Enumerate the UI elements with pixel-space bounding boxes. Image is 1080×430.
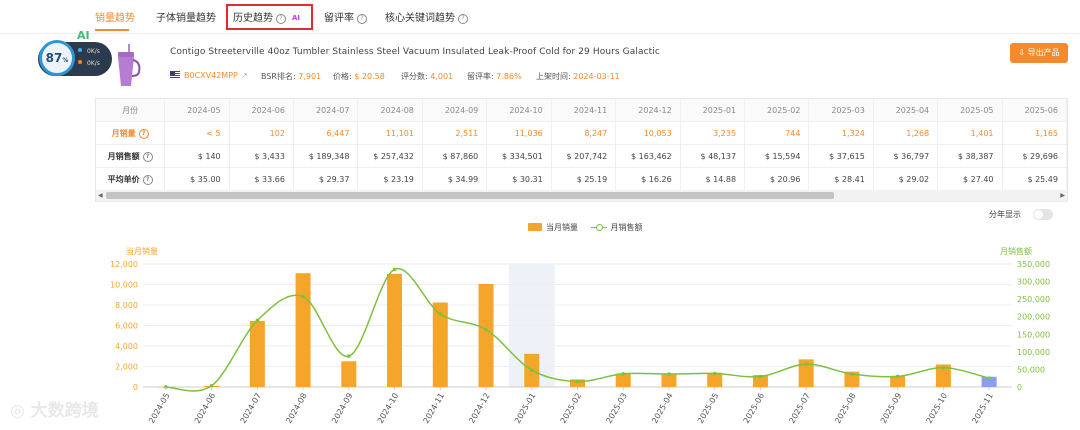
x-tick-label: 2025-10: [925, 392, 950, 425]
y-tick-right: 250,000: [1017, 295, 1050, 304]
line-point: [484, 327, 488, 332]
watermark-logo: ◎ 大数跨境: [10, 396, 99, 421]
sales-chart: 0 2,000 4,000 6,000 8,000 10,000 12,000 0 50,000…: [110, 260, 1050, 425]
line-point: [392, 267, 397, 272]
bar: [478, 283, 494, 387]
x-tick-label: 2025-06: [742, 392, 767, 425]
x-tick-label: 2024-11: [422, 392, 447, 425]
line-point: [804, 362, 808, 366]
x-tick-label: 2024-08: [284, 392, 309, 425]
line-point: [621, 371, 626, 376]
x-tick-label: 2025-11: [970, 392, 995, 425]
x-tick-label: 2025-09: [879, 392, 904, 425]
bar: [295, 273, 311, 387]
line-point: [529, 368, 534, 372]
bar: [249, 320, 265, 387]
watermark-text: 大数跨境: [30, 401, 99, 421]
x-tick-label: 2025-05: [696, 392, 721, 425]
line-point: [438, 312, 443, 316]
line-point: [255, 318, 260, 323]
y-tick-left: 2,000: [115, 363, 138, 372]
y-tick-left: 6,000: [115, 322, 138, 331]
y-tick-right: 200,000: [1017, 313, 1050, 322]
y-tick-right: 150,000: [1017, 330, 1050, 339]
y-tick-left: 8,000: [115, 301, 138, 310]
x-tick-label: 2025-08: [833, 392, 858, 425]
line-point: [301, 294, 305, 299]
x-tick-label: 2024-10: [376, 392, 401, 425]
y-tick-left: 4,000: [115, 342, 138, 351]
y-tick-right: 300,000: [1017, 278, 1050, 287]
x-tick-label: 2024-05: [147, 392, 172, 425]
x-tick-label: 2025-02: [559, 392, 584, 425]
bar: [661, 374, 677, 387]
x-tick-label: 2025-03: [604, 392, 629, 425]
y-tick-right: 50,000: [1017, 365, 1045, 374]
line-point: [987, 376, 991, 381]
line-point: [895, 374, 900, 379]
x-tick-label: 2025-01: [513, 392, 538, 425]
x-tick-label: 2024-09: [330, 392, 355, 425]
y-tick-left: 10,000: [110, 281, 138, 290]
revenue-line: [165, 268, 990, 392]
x-tick-label: 2024-06: [193, 392, 218, 425]
line-point: [667, 372, 671, 376]
y-tick-left: 12,000: [110, 260, 138, 269]
watermark-icon: ◎: [10, 401, 25, 421]
line-point: [850, 372, 854, 376]
line-point: [941, 365, 946, 370]
y-tick-right: 0: [1017, 383, 1022, 392]
x-tick-label: 2024-07: [239, 392, 264, 425]
x-tick-label: 2024-12: [467, 392, 492, 425]
bar: [341, 361, 357, 387]
line-point: [758, 374, 763, 379]
bar: [387, 273, 403, 387]
line-point: [347, 354, 351, 358]
line-point: [712, 371, 717, 376]
y-tick-left: 0: [133, 383, 138, 392]
y-tick-right: 100,000: [1017, 348, 1050, 357]
y-tick-right: 350,000: [1017, 260, 1050, 269]
line-point: [575, 379, 580, 384]
x-tick-label: 2025-04: [650, 392, 675, 425]
x-tick-label: 2025-07: [787, 392, 812, 425]
